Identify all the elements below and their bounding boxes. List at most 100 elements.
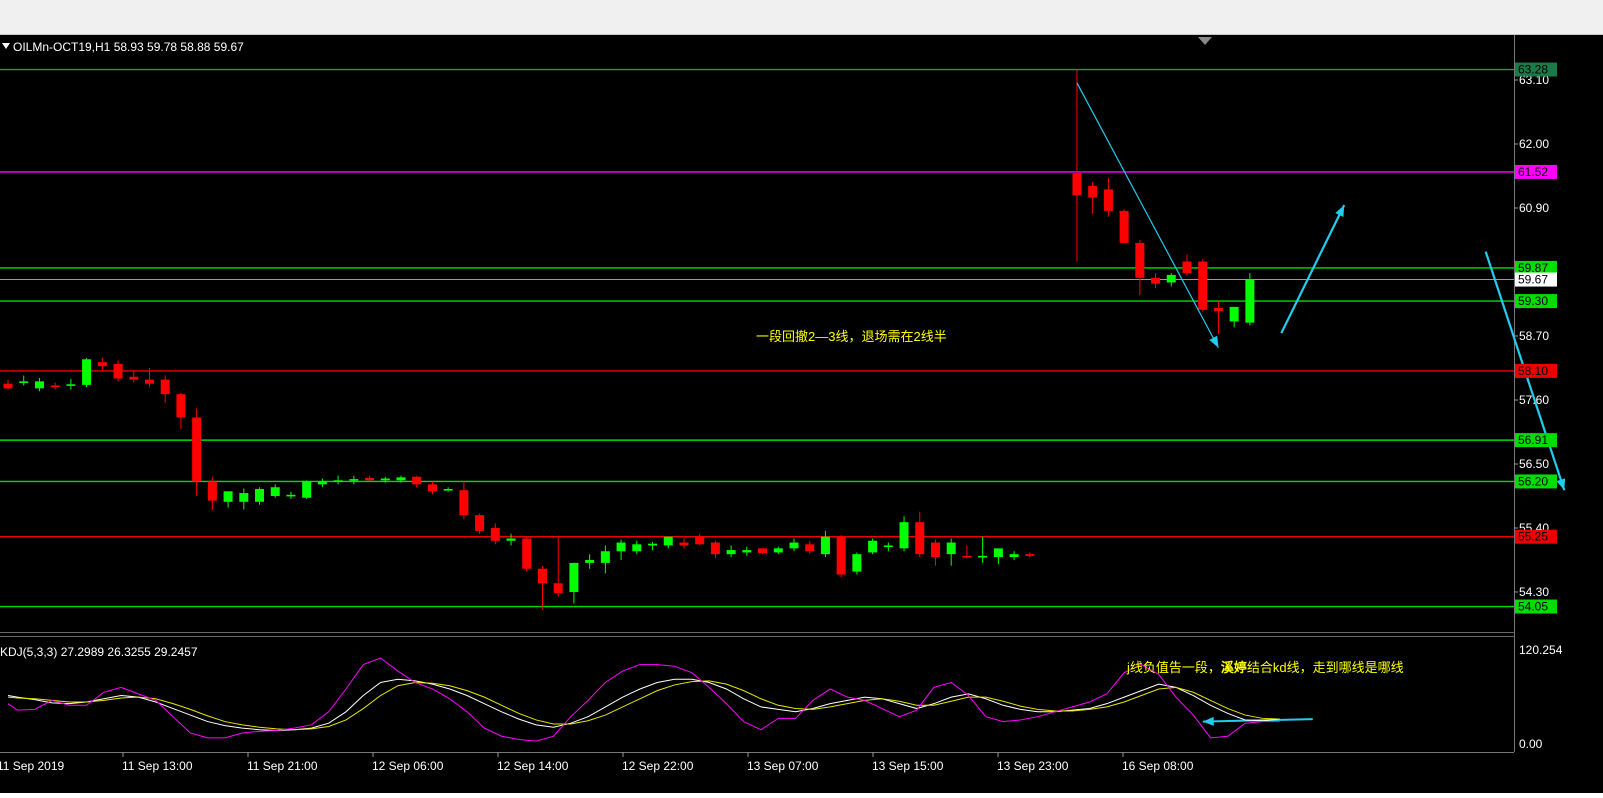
candle-body: [522, 538, 532, 569]
price-tag-61.52: 61.52: [1515, 164, 1557, 179]
price-tag-58.10: 58.10: [1515, 363, 1557, 378]
xtick-label: 13 Sep 15:00: [872, 759, 944, 773]
xtick-label: 12 Sep 22:00: [622, 759, 694, 773]
candle-body: [459, 490, 469, 516]
kdj-annotation: j线负值告一段，溪婷结合kd线，走到哪线是哪线: [1126, 660, 1404, 675]
candle-body: [3, 383, 13, 389]
candle-body: [1135, 242, 1145, 278]
candle-body: [144, 379, 154, 384]
kdj-annotation-suffix: 结合kd线，走到哪线是哪线: [1247, 660, 1404, 675]
xtick-label: 16 Sep 08:00: [1122, 759, 1194, 773]
candle-body: [160, 379, 170, 395]
candle-body: [553, 583, 563, 594]
candle-body: [1119, 210, 1129, 243]
candle-body: [663, 536, 673, 546]
candle-body: [883, 545, 893, 548]
candle-body: [129, 376, 139, 380]
candle: [302, 480, 312, 499]
price-tag-label: 56.91: [1518, 433, 1548, 447]
candle-body: [1166, 274, 1176, 283]
candle-body: [82, 359, 92, 385]
candle-body: [710, 542, 720, 555]
candle-body: [773, 548, 783, 553]
candle-body: [742, 550, 752, 553]
candle-body: [1025, 554, 1035, 556]
candle-body: [946, 542, 956, 555]
current-price-tag: 59.67: [1515, 272, 1557, 287]
candle-body: [805, 544, 815, 552]
candle-body: [1103, 189, 1113, 211]
candle-body: [270, 487, 280, 496]
candle-body: [1182, 261, 1192, 274]
terminal-toolbar: [0, 0, 1603, 35]
candle-body: [192, 417, 202, 482]
candle-body: [19, 381, 29, 383]
candle: [1245, 273, 1255, 326]
ytick-label: 60.90: [1519, 201, 1549, 215]
candle-body: [1198, 261, 1208, 310]
candle-body: [852, 554, 862, 572]
candle-body: [899, 522, 909, 549]
candle-body: [978, 555, 988, 558]
kdj-title: KDJ(5,3,3) 27.2989 26.3255 29.2457: [0, 645, 198, 659]
candle-body: [50, 385, 60, 388]
candle-body: [820, 536, 830, 555]
chart-window[interactable]: 63.10 62.00 60.90 58.70 57.60 56.50 55.40 54.30…: [0, 35, 1603, 793]
kdj-ytick-label: 0.00: [1519, 737, 1543, 751]
ytick-label: 58.70: [1519, 329, 1549, 343]
xtick-label: 13 Sep 23:00: [997, 759, 1069, 773]
price-tag-label: 63.28: [1518, 63, 1548, 77]
candle-body: [349, 479, 359, 481]
current-price-tag-label: 59.67: [1518, 273, 1548, 287]
candle-body: [239, 493, 249, 502]
candle-body: [443, 489, 453, 491]
price-tag-label: 59.30: [1518, 294, 1548, 308]
candle-body: [569, 562, 579, 592]
price-tag-label: 56.20: [1518, 474, 1548, 488]
candle-body: [490, 527, 500, 541]
price-tag-56.20: 56.20: [1515, 474, 1557, 489]
candle-body: [1245, 279, 1255, 323]
kdj-annotation-bold: 溪婷: [1221, 660, 1247, 675]
price-tag-63.28: 63.28: [1515, 62, 1557, 77]
candle-body: [789, 542, 799, 549]
xtick-label: 13 Sep 07:00: [747, 759, 819, 773]
candle-body: [679, 542, 689, 546]
candle-body: [223, 491, 233, 502]
ytick-label: 57.60: [1519, 393, 1549, 407]
kdj-ytick-label: 120.254: [1519, 643, 1563, 657]
candle-body: [66, 384, 76, 386]
price-tag-label: 54.05: [1518, 600, 1548, 614]
candle-body: [97, 362, 107, 367]
xtick-label: 12 Sep 06:00: [372, 759, 444, 773]
xtick-label: 11 Sep 13:00: [122, 759, 193, 773]
price-tag-label: 58.10: [1518, 364, 1548, 378]
candle-body: [585, 559, 595, 563]
candle-body: [412, 476, 422, 485]
kdj-indicator-name: KDJ(5,3,3): [0, 645, 57, 659]
candle: [1198, 259, 1208, 312]
candle: [475, 513, 485, 534]
ytick-label: 62.00: [1519, 137, 1549, 151]
xtick-label: 11 Sep 21:00: [247, 759, 318, 773]
ytick-label: 56.50: [1519, 457, 1549, 471]
candle-body: [176, 394, 186, 418]
candle-body: [993, 548, 1003, 558]
candle: [1119, 209, 1129, 243]
candle-body: [600, 551, 610, 563]
candle-body: [1088, 185, 1098, 198]
candlestick-chart[interactable]: 63.1062.0060.9058.7057.6056.5055.4054.30…: [0, 35, 1603, 793]
xtick-label: 11 Sep 2019: [0, 759, 64, 773]
candle-body: [1072, 173, 1082, 196]
candle-body: [537, 568, 547, 584]
candle-body: [380, 478, 390, 481]
xtick-label: 12 Sep 14:00: [497, 759, 569, 773]
candle-body: [427, 484, 437, 492]
candle-body: [506, 538, 516, 541]
candle-body: [396, 477, 406, 481]
candle-body: [113, 363, 123, 379]
candle-body: [695, 536, 705, 545]
ytick-label: 54.30: [1519, 585, 1549, 599]
candle-body: [1213, 308, 1223, 311]
candle-body: [648, 543, 658, 546]
